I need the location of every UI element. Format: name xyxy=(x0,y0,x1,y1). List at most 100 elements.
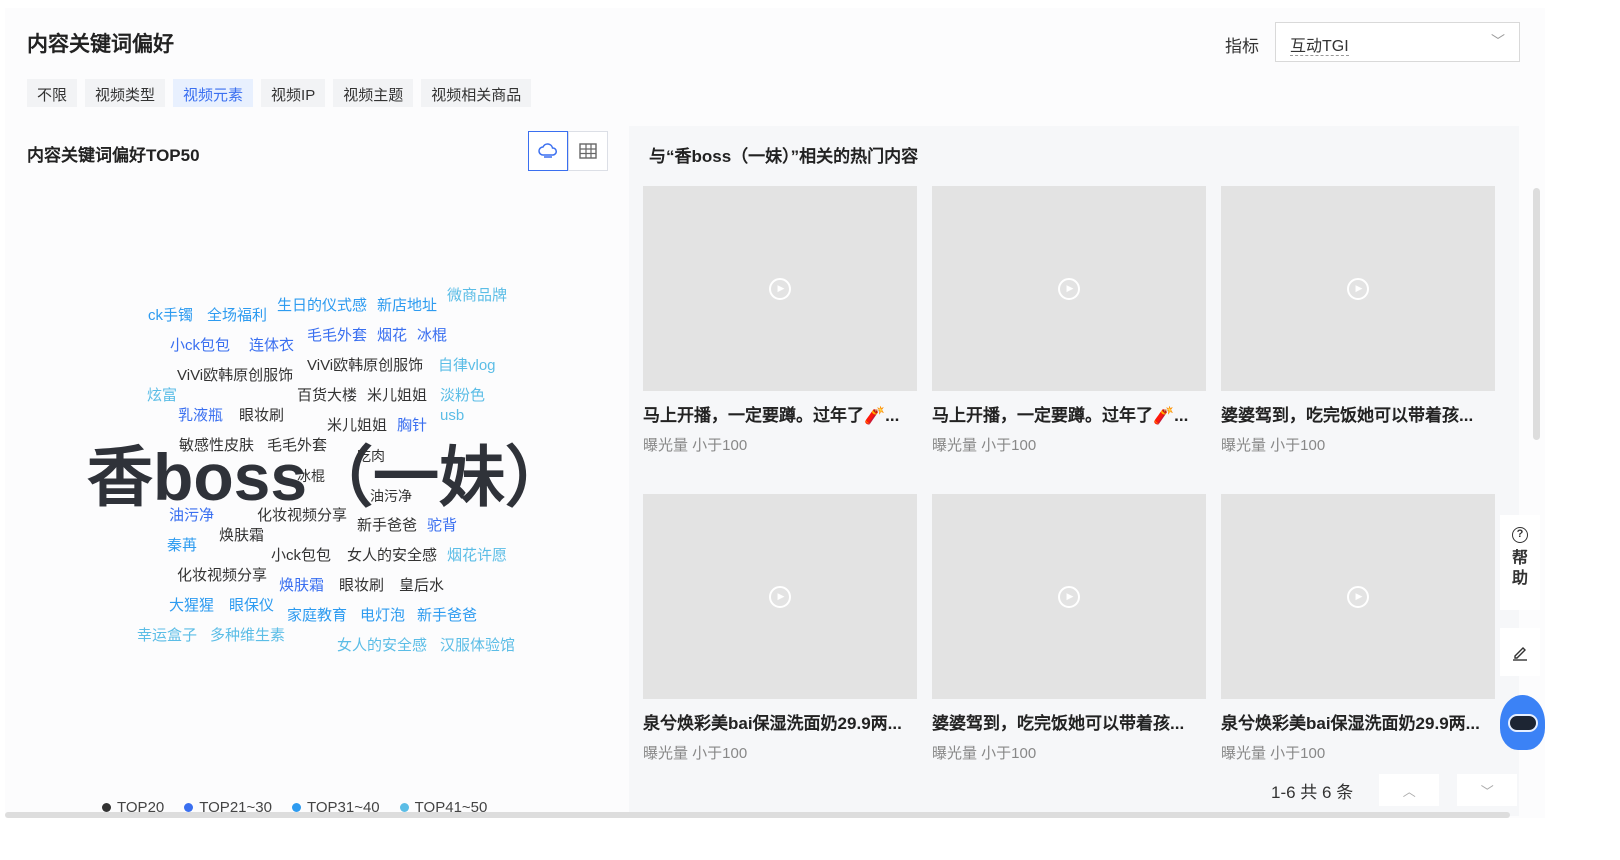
cloud-word[interactable]: 米儿姐姐 xyxy=(327,417,387,435)
video-title[interactable]: 泉兮焕彩美bai保湿洗面奶29.9两... xyxy=(1221,709,1495,734)
cloud-word[interactable]: 女人的安全感 xyxy=(347,547,437,565)
cloud-word[interactable]: 家庭教育 xyxy=(287,607,347,625)
filter-video-goods[interactable]: 视频相关商品 xyxy=(421,79,532,107)
video-card[interactable]: ▶ 马上开播，一定要蹲。过年了🧨... 曝光量 小于100 xyxy=(643,186,917,455)
cloud-word[interactable]: 小ck包包 xyxy=(271,547,331,565)
filter-video-element[interactable]: 视频元素 xyxy=(173,79,254,107)
video-thumbnail[interactable]: ▶ xyxy=(1221,494,1495,699)
cloud-word[interactable]: 新手爸爸 xyxy=(357,517,417,535)
video-title[interactable]: 婆婆驾到，吃完饭她可以带着孩... xyxy=(1221,401,1495,426)
filter-video-ip[interactable]: 视频IP xyxy=(261,79,326,107)
cloud-word[interactable]: 烟花许愿 xyxy=(447,547,507,565)
cloud-word[interactable]: 小ck包包 xyxy=(170,337,230,355)
cloud-word[interactable]: 女人的安全感 xyxy=(337,637,427,655)
metric-label: 指标 xyxy=(1225,37,1259,56)
cloud-word[interactable]: 秦苒 xyxy=(167,537,197,555)
metric-select[interactable]: 互动TGI ﹀ xyxy=(1275,22,1520,62)
cloud-word[interactable]: 冰棍 xyxy=(297,467,325,485)
cloud-word[interactable]: 毛毛外套 xyxy=(307,327,367,345)
horizontal-scrollbar[interactable] xyxy=(5,812,1510,818)
question-icon: ? xyxy=(1512,527,1528,543)
help-button[interactable]: ? 帮助 xyxy=(1500,515,1540,610)
cloud-word[interactable]: 连体衣 xyxy=(249,337,294,355)
edit-button[interactable] xyxy=(1500,628,1540,676)
cloud-icon xyxy=(538,143,557,158)
video-thumbnail[interactable]: ▶ xyxy=(1221,186,1495,391)
cloud-word[interactable]: 乳液瓶 xyxy=(178,407,223,425)
help-label: 帮助 xyxy=(1511,550,1528,587)
chevron-down-icon: ﹀ xyxy=(1491,33,1505,49)
cloud-word[interactable]: 汉服体验馆 xyxy=(440,637,515,655)
video-thumbnail[interactable]: ▶ xyxy=(643,494,917,699)
video-exposure: 曝光量 小于100 xyxy=(1221,745,1326,762)
cloud-word[interactable]: 米儿姐姐 xyxy=(367,387,427,405)
cloud-word[interactable]: 毛毛外套 xyxy=(267,437,327,455)
filter-video-topic[interactable]: 视频主题 xyxy=(333,79,414,107)
cloud-word[interactable]: 油污净 xyxy=(370,487,412,505)
cloud-word[interactable]: 化妆视频分享 xyxy=(177,567,267,585)
cloud-word[interactable]: 眼妆刷 xyxy=(239,407,284,425)
video-thumbnail[interactable]: ▶ xyxy=(932,186,1206,391)
cloud-word[interactable]: 烟花 xyxy=(377,327,407,345)
cloud-word[interactable]: 多种维生素 xyxy=(210,627,285,645)
section-title: 内容关键词偏好TOP50 xyxy=(27,146,200,165)
cloud-word[interactable]: 油污净 xyxy=(169,507,214,525)
video-card[interactable]: ▶ 马上开播，一定要蹲。过年了🧨... 曝光量 小于100 xyxy=(932,186,1206,455)
cloud-word[interactable]: 淡粉色 xyxy=(440,387,485,405)
cloud-word[interactable]: 微商品牌 xyxy=(447,287,507,305)
video-thumbnail[interactable]: ▶ xyxy=(643,186,917,391)
pagination-summary: 1-6 共 6 条 xyxy=(1271,782,1354,802)
cloud-word[interactable]: 大猩猩 xyxy=(169,597,214,615)
cloud-word[interactable]: 焕肤霜 xyxy=(219,527,264,545)
related-content-panel: 与“香boss（一妹）”相关的热门内容 ▶ 马上开播，一定要蹲。过年了🧨... 曝光… xyxy=(629,126,1519,816)
cloud-word[interactable]: 焕肤霜 xyxy=(279,577,324,595)
cloud-word[interactable]: 新手爸爸 xyxy=(417,607,477,625)
play-icon: ▶ xyxy=(1347,277,1369,300)
video-thumbnail[interactable]: ▶ xyxy=(932,494,1206,699)
cloud-word[interactable]: 驼背 xyxy=(427,517,457,535)
next-page-button[interactable]: ﹀ xyxy=(1457,774,1518,806)
prev-page-button[interactable]: ︿ xyxy=(1379,774,1440,806)
cloud-word[interactable]: 胸针 xyxy=(397,417,427,435)
cloud-word[interactable]: usb xyxy=(440,407,464,425)
video-exposure: 曝光量 小于100 xyxy=(643,745,748,762)
assistant-robot-icon[interactable] xyxy=(1500,695,1545,750)
cloud-word[interactable]: ViVi欧韩原创服饰 xyxy=(307,357,423,375)
filter-all[interactable]: 不限 xyxy=(27,79,78,107)
cloud-word[interactable]: 幸运盒子 xyxy=(137,627,197,645)
cloud-word[interactable]: 吃肉 xyxy=(357,447,385,465)
video-exposure: 曝光量 小于100 xyxy=(932,437,1037,454)
cloud-word[interactable]: 电灯泡 xyxy=(360,607,405,625)
video-title[interactable]: 婆婆驾到，吃完饭她可以带着孩... xyxy=(932,709,1206,734)
play-icon: ▶ xyxy=(1347,585,1369,608)
cloud-word[interactable]: 敏感性皮肤 xyxy=(179,437,254,455)
cloud-word[interactable]: 炫富 xyxy=(147,387,177,405)
cloud-word[interactable]: ViVi欧韩原创服饰 xyxy=(177,367,293,385)
cloud-word[interactable]: 皇后水 xyxy=(399,577,444,595)
page: 内容关键词偏好 指标 互动TGI ﹀ 不限 视频类型 视频元素 视频IP 视频主… xyxy=(5,8,1545,818)
cloud-word[interactable]: 眼保仪 xyxy=(229,597,274,615)
video-title[interactable]: 泉兮焕彩美bai保湿洗面奶29.9两... xyxy=(643,709,917,734)
legend-dot-icon xyxy=(184,803,194,812)
video-card[interactable]: ▶ 泉兮焕彩美bai保湿洗面奶29.9两... 曝光量 小于100 xyxy=(1221,494,1495,763)
video-title[interactable]: 马上开播，一定要蹲。过年了🧨... xyxy=(932,401,1206,426)
filter-video-type[interactable]: 视频类型 xyxy=(85,79,166,107)
video-title[interactable]: 马上开播，一定要蹲。过年了🧨... xyxy=(643,401,917,426)
cloud-word[interactable]: 眼妆刷 xyxy=(339,577,384,595)
video-card[interactable]: ▶ 泉兮焕彩美bai保湿洗面奶29.9两... 曝光量 小于100 xyxy=(643,494,917,763)
cloud-word[interactable]: ck手镯 xyxy=(148,307,193,325)
vertical-scrollbar[interactable] xyxy=(1533,188,1540,440)
cloud-word[interactable]: 自律vlog xyxy=(438,357,496,375)
cloud-word[interactable]: 冰棍 xyxy=(417,327,447,345)
cloud-word[interactable]: 新店地址 xyxy=(377,297,437,315)
cloud-word-main[interactable]: 香boss（一妹） xyxy=(87,442,571,512)
cloud-word[interactable]: 化妆视频分享 xyxy=(257,507,347,525)
cloud-word[interactable]: 生日的仪式感 xyxy=(277,297,367,315)
cloud-view-button[interactable] xyxy=(528,131,568,171)
cloud-word[interactable]: 百货大楼 xyxy=(297,387,357,405)
video-card[interactable]: ▶ 婆婆驾到，吃完饭她可以带着孩... 曝光量 小于100 xyxy=(932,494,1206,763)
table-view-button[interactable] xyxy=(568,131,608,171)
video-card[interactable]: ▶ 婆婆驾到，吃完饭她可以带着孩... 曝光量 小于100 xyxy=(1221,186,1495,455)
cloud-word[interactable]: 全场福利 xyxy=(207,307,267,325)
chevron-down-icon: ﹀ xyxy=(1480,783,1494,799)
